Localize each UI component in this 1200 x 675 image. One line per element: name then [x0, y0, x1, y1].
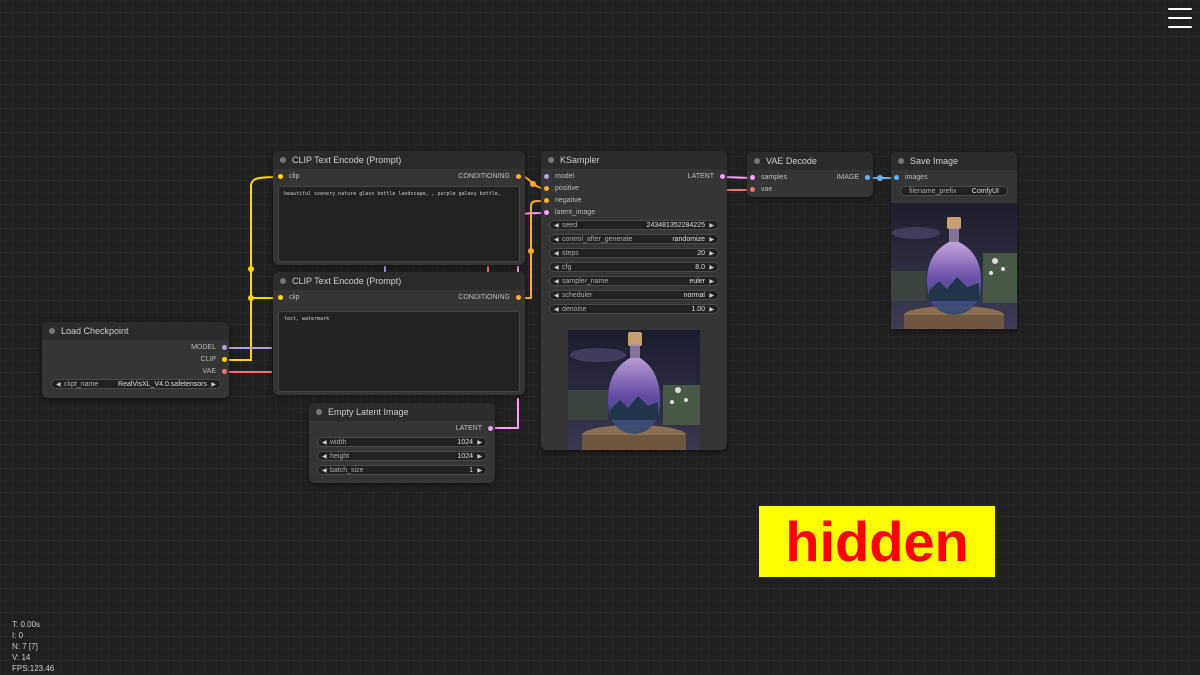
- collapse-dot-icon[interactable]: [898, 158, 904, 164]
- arrow-right-icon[interactable]: ▶: [477, 466, 482, 476]
- arrow-left-icon[interactable]: ◀: [56, 380, 61, 390]
- output-model-slot[interactable]: MODEL: [191, 343, 227, 353]
- node-title-text: CLIP Text Encode (Prompt): [292, 276, 402, 286]
- input-vae-slot[interactable]: vae: [750, 185, 772, 195]
- output-clip-slot[interactable]: CLIP: [200, 355, 227, 365]
- ckpt-name-combo[interactable]: ◀ ckpt_name RealVisXL_V4.0.safetensors ▶: [51, 379, 221, 389]
- arrow-left-icon[interactable]: ◀: [554, 263, 559, 273]
- node-title[interactable]: Empty Latent Image: [309, 403, 495, 421]
- scheduler-widget[interactable]: ◀ scheduler normal ▶: [549, 290, 719, 300]
- collapse-dot-icon[interactable]: [280, 278, 286, 284]
- denoise-widget[interactable]: ◀ denoise 1.00 ▶: [549, 304, 719, 314]
- collapse-dot-icon[interactable]: [548, 157, 554, 163]
- prompt-textarea[interactable]: beautiful scenery nature glass bottle la…: [278, 186, 520, 262]
- node-title[interactable]: VAE Decode: [747, 152, 873, 170]
- arrow-right-icon[interactable]: ▶: [709, 263, 714, 273]
- arrow-right-icon[interactable]: ▶: [477, 438, 482, 448]
- node-title-text: VAE Decode: [766, 156, 817, 166]
- arrow-left-icon[interactable]: ◀: [322, 438, 327, 448]
- node-title-text: Empty Latent Image: [328, 407, 409, 417]
- seed-widget[interactable]: ◀ seed 243481352284225 ▶: [549, 220, 719, 230]
- output-image-slot[interactable]: IMAGE: [836, 173, 870, 183]
- arrow-right-icon[interactable]: ▶: [709, 305, 714, 315]
- load-checkpoint-node[interactable]: Load Checkpoint MODEL CLIP VAE ◀ ckpt_na…: [42, 322, 229, 398]
- input-clip-slot[interactable]: clip: [278, 172, 300, 182]
- arrow-left-icon[interactable]: ◀: [554, 277, 559, 287]
- save-image-node[interactable]: Save Image images filename_prefix ComfyU…: [891, 152, 1017, 329]
- arrow-right-icon[interactable]: ▶: [709, 249, 714, 259]
- saved-image-preview[interactable]: [891, 203, 1017, 329]
- stat-fps: FPS:123.46: [12, 664, 55, 673]
- collapse-dot-icon[interactable]: [754, 158, 760, 164]
- stat-i: I: 0: [12, 631, 24, 640]
- arrow-left-icon[interactable]: ◀: [554, 235, 559, 245]
- collapse-dot-icon[interactable]: [280, 157, 286, 163]
- width-widget[interactable]: ◀ width 1024 ▶: [317, 437, 487, 447]
- output-latent-slot[interactable]: LATENT: [456, 424, 493, 434]
- output-latent-slot[interactable]: LATENT: [688, 172, 725, 182]
- node-title-text: Save Image: [910, 156, 959, 166]
- arrow-left-icon[interactable]: ◀: [322, 466, 327, 476]
- hidden-overlay-label: hidden: [759, 506, 995, 577]
- node-title[interactable]: Load Checkpoint: [42, 322, 229, 340]
- output-conditioning-slot[interactable]: CONDITIONING: [458, 172, 521, 182]
- output-conditioning-slot[interactable]: CONDITIONING: [458, 293, 521, 303]
- preview-image[interactable]: [568, 330, 700, 450]
- input-samples-slot[interactable]: samples: [750, 173, 787, 183]
- node-title[interactable]: KSampler: [541, 151, 727, 169]
- arrow-left-icon[interactable]: ◀: [554, 291, 559, 301]
- arrow-left-icon[interactable]: ◀: [554, 249, 559, 259]
- node-title-text: CLIP Text Encode (Prompt): [292, 155, 402, 165]
- arrow-left-icon[interactable]: ◀: [322, 452, 327, 462]
- input-negative-slot[interactable]: negative: [544, 196, 581, 206]
- hamburger-menu-icon[interactable]: [1168, 8, 1192, 28]
- input-latent-image-slot[interactable]: latent_image: [544, 208, 595, 218]
- ksampler-node[interactable]: KSampler model positive negative latent_…: [541, 151, 727, 450]
- clip-text-encode-positive-node[interactable]: CLIP Text Encode (Prompt) clip CONDITION…: [273, 151, 525, 265]
- arrow-right-icon[interactable]: ▶: [709, 291, 714, 301]
- batch-size-widget[interactable]: ◀ batch_size 1 ▶: [317, 465, 487, 475]
- arrow-left-icon[interactable]: ◀: [554, 305, 559, 315]
- collapse-dot-icon[interactable]: [316, 409, 322, 415]
- cfg-widget[interactable]: ◀ cfg 8.0 ▶: [549, 262, 719, 272]
- prompt-textarea[interactable]: text, watermark: [278, 311, 520, 392]
- node-title[interactable]: CLIP Text Encode (Prompt): [273, 151, 525, 169]
- sampler-name-widget[interactable]: ◀ sampler_name euler ▶: [549, 276, 719, 286]
- steps-widget[interactable]: ◀ steps 20 ▶: [549, 248, 719, 258]
- arrow-right-icon[interactable]: ▶: [477, 452, 482, 462]
- empty-latent-image-node[interactable]: Empty Latent Image LATENT ◀ width 1024 ▶…: [309, 403, 495, 483]
- arrow-right-icon[interactable]: ▶: [709, 221, 714, 231]
- height-widget[interactable]: ◀ height 1024 ▶: [317, 451, 487, 461]
- stat-time: T: 0.00s: [12, 620, 41, 629]
- input-positive-slot[interactable]: positive: [544, 184, 579, 194]
- arrow-right-icon[interactable]: ▶: [709, 277, 714, 287]
- output-vae-slot[interactable]: VAE: [203, 367, 227, 377]
- filename-prefix-widget[interactable]: filename_prefix ComfyUI: [900, 186, 1008, 196]
- vae-decode-node[interactable]: VAE Decode samples vae IMAGE: [747, 152, 873, 197]
- node-title[interactable]: CLIP Text Encode (Prompt): [273, 272, 525, 290]
- stat-v: V: 14: [12, 653, 31, 662]
- stat-nodes: N: 7 [7]: [12, 642, 38, 651]
- input-clip-slot[interactable]: clip: [278, 293, 300, 303]
- arrow-left-icon[interactable]: ◀: [554, 221, 559, 231]
- clip-text-encode-negative-node[interactable]: CLIP Text Encode (Prompt) clip CONDITION…: [273, 272, 525, 395]
- node-title-text: KSampler: [560, 155, 600, 165]
- control-after-generate-widget[interactable]: ◀ control_after_generate randomize ▶: [549, 234, 719, 244]
- render-stats: T: 0.00s I: 0 N: 7 [7] V: 14 FPS:123.46: [12, 619, 54, 674]
- input-images-slot[interactable]: images: [894, 173, 928, 183]
- collapse-dot-icon[interactable]: [49, 328, 55, 334]
- node-title-text: Load Checkpoint: [61, 326, 129, 336]
- node-title[interactable]: Save Image: [891, 152, 1017, 170]
- arrow-right-icon[interactable]: ▶: [709, 235, 714, 245]
- arrow-right-icon[interactable]: ▶: [211, 380, 216, 390]
- input-model-slot[interactable]: model: [544, 172, 574, 182]
